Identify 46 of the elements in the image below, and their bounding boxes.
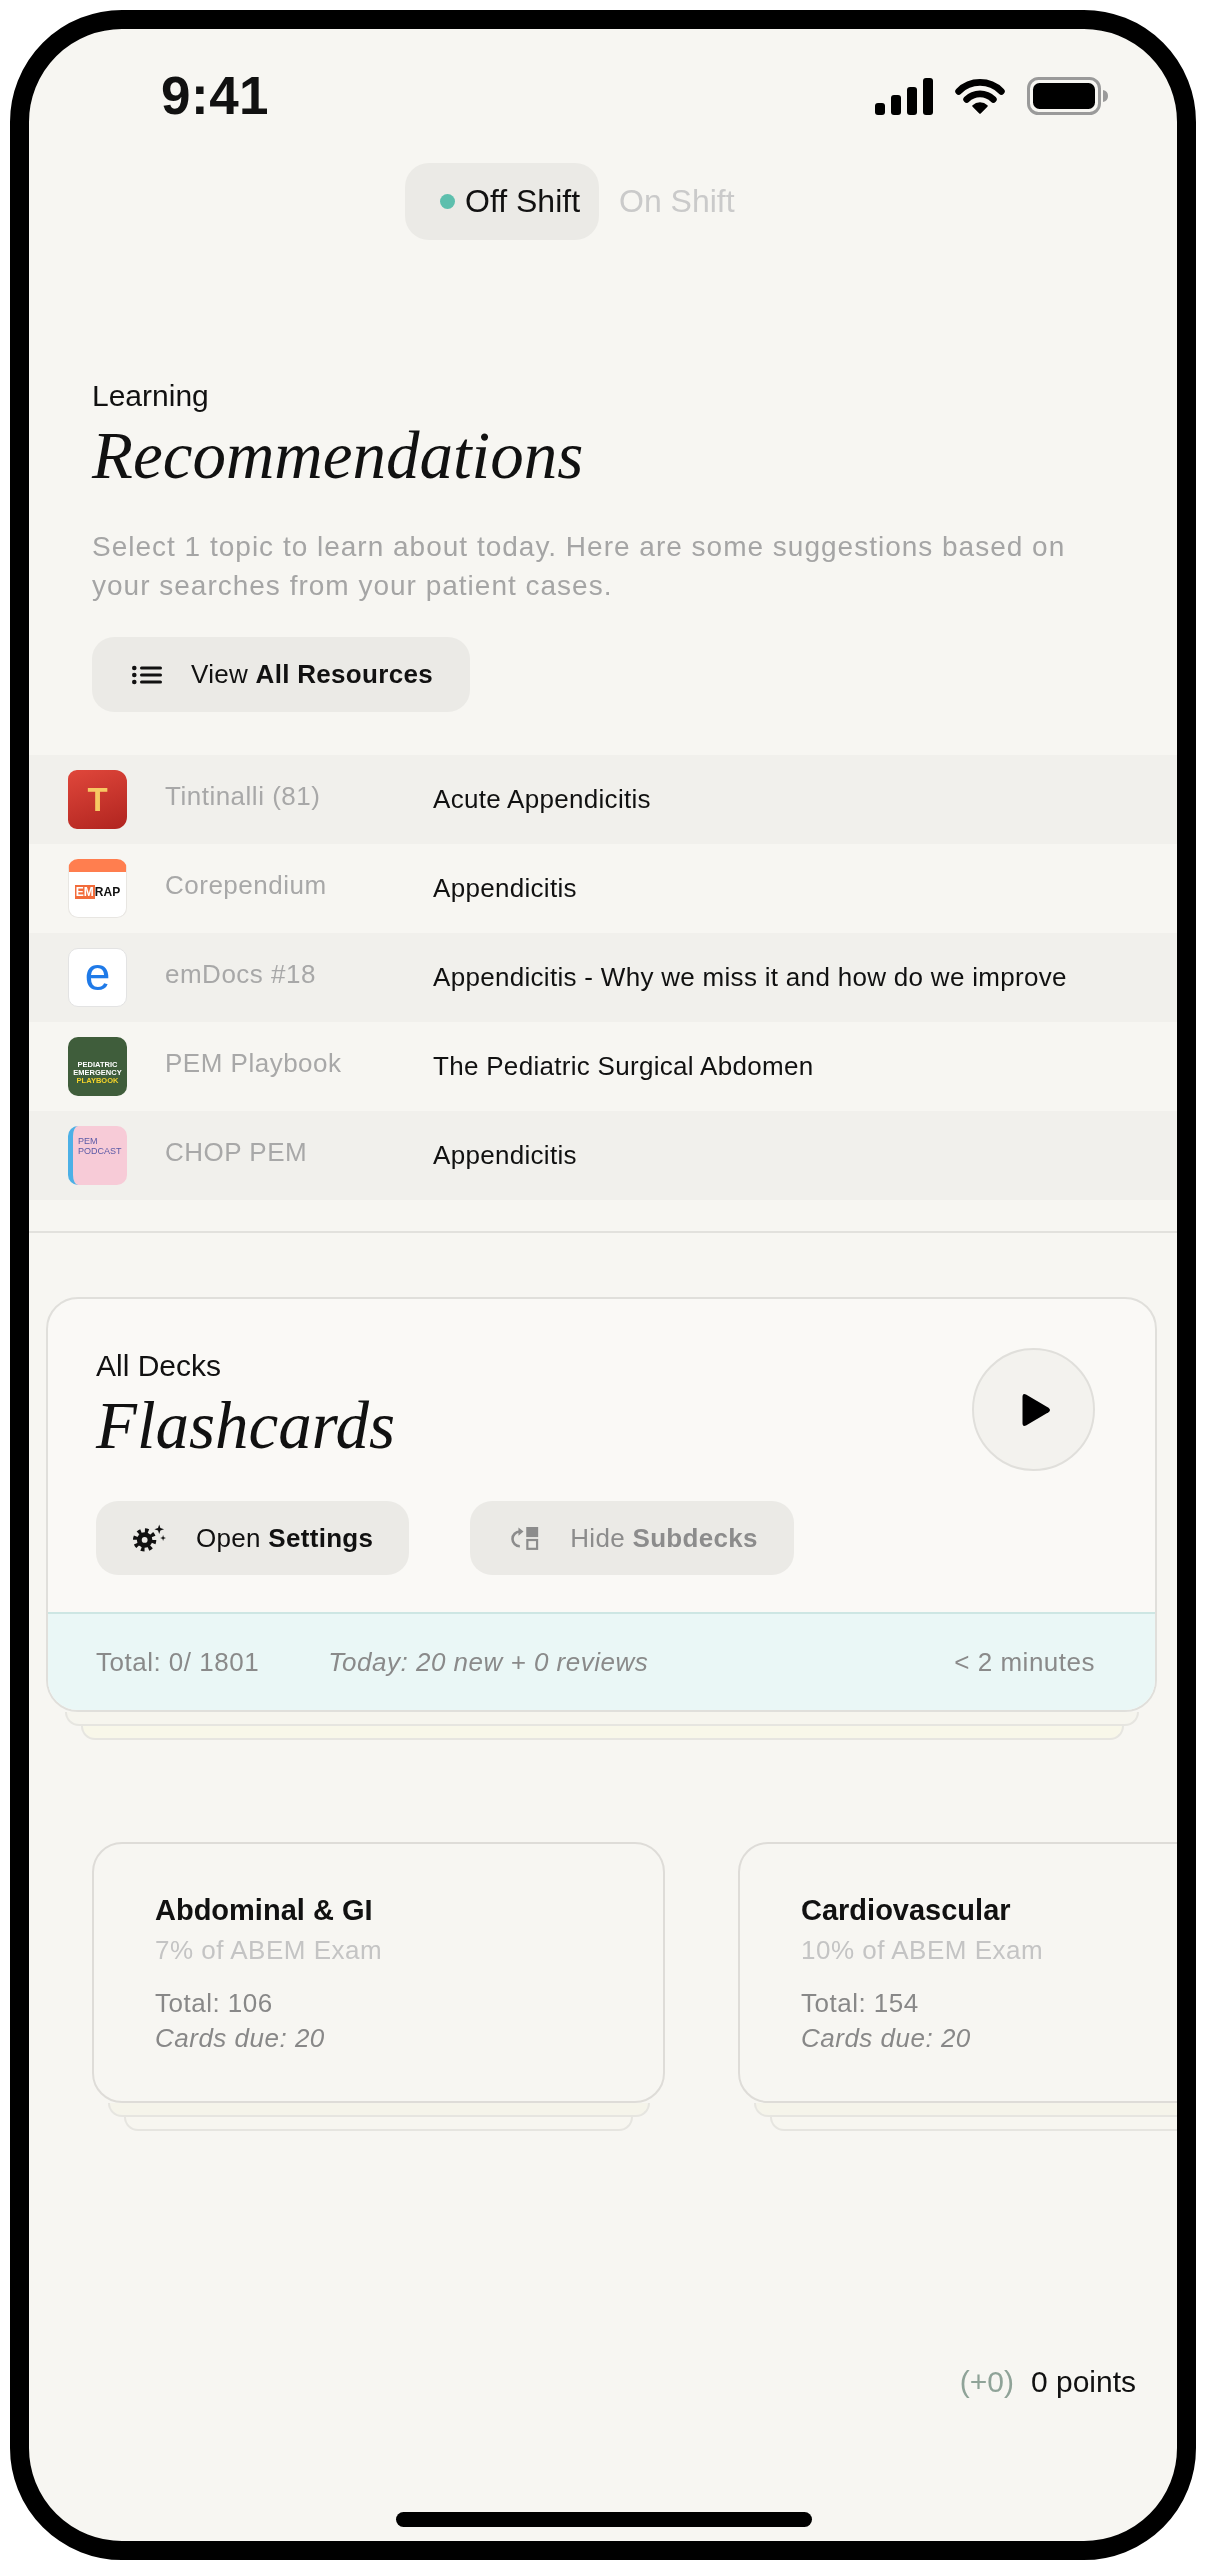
logo-text: e xyxy=(84,950,111,997)
list-icon xyxy=(132,664,162,685)
source-name: Tintinalli (81) xyxy=(165,781,322,812)
logo-text: RAP xyxy=(94,884,121,899)
source-name: PEM Playbook xyxy=(165,1048,343,1079)
status-time: 9:41 xyxy=(161,66,270,126)
points-total: 0 points xyxy=(1030,2364,1136,2400)
description-text: Select 1 topic to learn about today. Here are some suggestions based on your searches from your patient cases. xyxy=(92,530,1067,603)
status-dot-icon xyxy=(440,194,455,209)
deck-title: Abdominal & GI xyxy=(155,1893,373,1927)
cards-due: Cards due: 20 xyxy=(801,2022,971,2054)
wifi-icon xyxy=(955,78,1005,114)
cards-due: Cards due: 20 xyxy=(155,2022,325,2054)
logo-text: EM xyxy=(74,884,95,899)
topic-title: Appendicitis xyxy=(433,873,577,904)
section-eyebrow: Learning xyxy=(92,378,210,414)
signal-icon xyxy=(875,77,933,115)
topic-title: Appendicitis - Why we miss it and how do we improve xyxy=(433,962,1067,993)
resource-row[interactable]: e emDocs #18 Appendicitis - Why we miss it and how do we improve xyxy=(29,933,1177,1022)
time-estimate: < 2 minutes xyxy=(954,1646,1095,1678)
topic-title: Acute Appendicitis xyxy=(433,784,651,815)
topic-title: The Pediatric Surgical Abdomen xyxy=(433,1051,814,1082)
points-delta: (+0) xyxy=(959,2364,1014,2400)
logo-text: PODCAST xyxy=(78,1146,122,1156)
resource-row[interactable]: PEM PODCAST CHOP PEM Appendicitis xyxy=(29,1111,1177,1200)
today-summary: Today: 20 new + 0 reviews xyxy=(328,1646,649,1678)
total-count: Total: 0/ 1801 xyxy=(96,1646,260,1678)
deck-title: Cardiovascular xyxy=(801,1893,1011,1927)
logo-text: T xyxy=(87,783,108,816)
open-settings-button[interactable]: Open Settings xyxy=(96,1501,410,1575)
settings-icon xyxy=(133,1523,166,1553)
shift-tab[interactable]: Off Shift xyxy=(405,163,599,240)
source-name: CHOP PEM xyxy=(165,1137,309,1168)
logo-text: PEM xyxy=(78,1136,98,1146)
play-icon xyxy=(1020,1391,1051,1428)
source-name: emDocs #18 xyxy=(165,959,317,990)
section-title: Recommendations xyxy=(92,417,585,493)
battery-icon xyxy=(1027,77,1108,115)
section-eyebrow: All Decks xyxy=(96,1348,223,1384)
topic-title: Appendicitis xyxy=(433,1140,577,1171)
source-name: Corependium xyxy=(165,870,328,901)
deck-total: Total: 154 xyxy=(801,1987,919,2019)
deck-total: Total: 106 xyxy=(155,1987,273,2019)
view-all-resources-button[interactable]: View All Resources xyxy=(92,637,470,712)
section-title: Flashcards xyxy=(96,1387,395,1463)
resource-row[interactable]: T Tintinalli (81) Acute Appendicitis xyxy=(29,755,1177,844)
